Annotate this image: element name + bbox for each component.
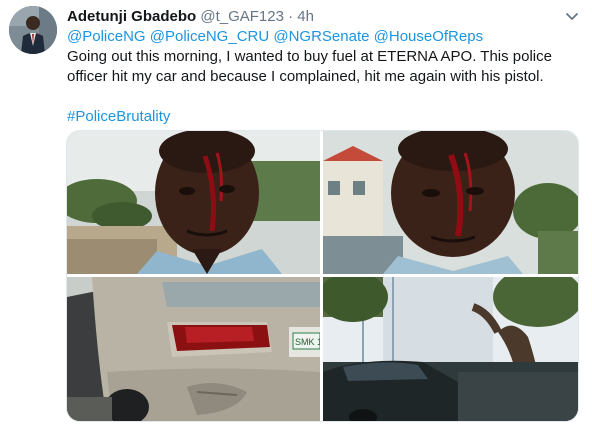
- hashtag-line: #PoliceBrutality: [67, 107, 567, 127]
- mention-policeng-cru[interactable]: @PoliceNG_CRU: [150, 28, 269, 45]
- photo-damaged-car[interactable]: SMK 13: [67, 277, 320, 421]
- hashtag-policebrutality[interactable]: #PoliceBrutality: [67, 108, 170, 125]
- timestamp[interactable]: 4h: [297, 8, 314, 25]
- avatar[interactable]: [9, 6, 57, 54]
- mentions-line: @PoliceNG @PoliceNG_CRU @NGRSenate @Hous…: [67, 27, 567, 47]
- mention-houseofreps[interactable]: @HouseOfReps: [374, 28, 483, 45]
- license-plate: SMK 13: [295, 337, 320, 347]
- author-name[interactable]: Adetunji Gbadebo: [67, 8, 196, 25]
- tweet-text: @PoliceNG @PoliceNG_CRU @NGRSenate @Hous…: [67, 27, 567, 127]
- mention-policeng[interactable]: @PoliceNG: [67, 28, 146, 45]
- text-line-2: officer hit my car and because I complai…: [67, 68, 544, 85]
- photo-injured-man-closeup[interactable]: [323, 131, 578, 274]
- mention-ngrsenate[interactable]: @NGRSenate: [273, 28, 369, 45]
- text-line-1: Going out this morning, I wanted to buy …: [67, 48, 552, 65]
- tweet-header: Adetunji Gbadebo @t_GAF123 · 4h: [67, 7, 567, 27]
- tweet: Adetunji Gbadebo @t_GAF123 · 4h @PoliceN…: [0, 0, 592, 426]
- chevron-down-icon[interactable]: [564, 8, 580, 24]
- photo-car-under-tree[interactable]: [323, 277, 578, 421]
- photo-injured-man[interactable]: [67, 131, 320, 274]
- media-grid: SMK 13: [66, 130, 579, 422]
- separator: ·: [288, 8, 294, 25]
- author-handle[interactable]: @t_GAF123: [200, 8, 284, 25]
